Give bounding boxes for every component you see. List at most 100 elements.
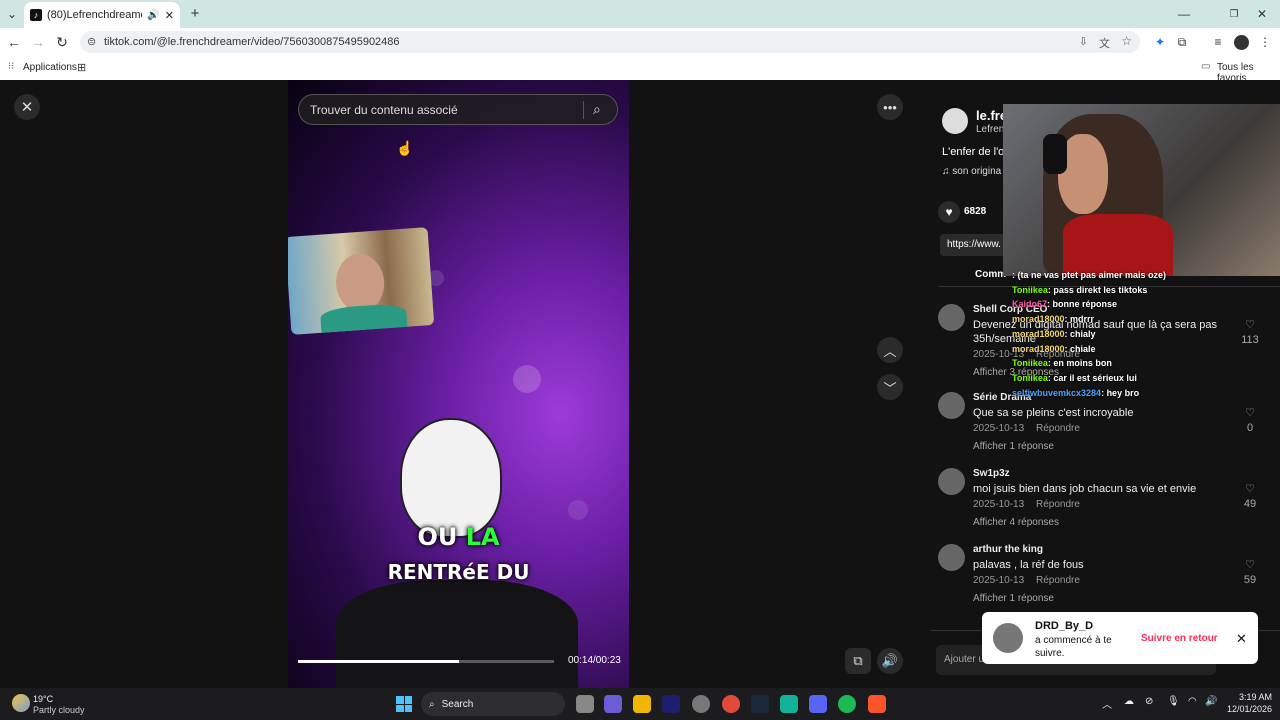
chrome-icon[interactable] (722, 695, 740, 713)
comment-avatar[interactable] (938, 468, 965, 495)
heart-icon[interactable]: ♥ (938, 201, 960, 223)
chat-text: chiale (1070, 343, 1096, 354)
apps-bookmark[interactable]: Applications (23, 62, 77, 73)
creator-avatar[interactable] (942, 108, 968, 134)
gemini-icon[interactable]: ✦ (1152, 34, 1168, 50)
comment-heart-icon[interactable]: ♡ (1238, 482, 1262, 495)
search-icon[interactable]: ⌕ (593, 101, 601, 118)
video-time: 00:14/00:23 (568, 655, 621, 666)
windows-taskbar: 19°C Partly cloudy ⌕ Search ︿ ☁ ⊘ 🎙 ◠ 🔊 … (0, 688, 1280, 720)
comment-heart-icon[interactable]: ♡ (1238, 406, 1262, 419)
close-video-icon[interactable]: ✕ (14, 94, 40, 120)
next-video-icon[interactable]: ﹀ (877, 374, 903, 400)
show-replies-button[interactable]: Afficher 1 réponse (973, 593, 1054, 604)
apps-grid-icon[interactable]: ⁝⁝ (8, 61, 14, 72)
chat-username: Toniikea (1012, 372, 1048, 383)
floating-player-icon[interactable]: ⧉ (845, 648, 871, 674)
file-explorer-icon[interactable] (633, 695, 651, 713)
weather-icon[interactable] (12, 694, 30, 712)
speaker-icon[interactable]: 🔊 (147, 10, 159, 21)
install-icon[interactable]: ⇩ (1079, 35, 1088, 48)
task-view-icon[interactable] (576, 695, 594, 713)
video-player[interactable] (288, 80, 629, 688)
menu-kebab-icon[interactable]: ⋮ (1258, 34, 1272, 50)
search-icon: ⌕ (429, 698, 435, 710)
video-caption-line2: RENTRéE DU (387, 560, 530, 584)
clock-date[interactable]: 12/01/2026 (1220, 704, 1272, 714)
like-count: 6828 (964, 206, 987, 217)
back-icon[interactable]: ← (6, 34, 22, 50)
restore-icon[interactable]: ❐ (1226, 6, 1242, 22)
obs-icon[interactable] (692, 695, 710, 713)
media-icon[interactable]: ≡ (1210, 34, 1226, 50)
site-info-icon[interactable]: ⊜ (87, 35, 96, 48)
clock-time[interactable]: 3:19 AM (1226, 692, 1272, 702)
reply-button[interactable]: Répondre (1036, 575, 1080, 586)
webcam-overlay (1003, 104, 1280, 276)
post-description: L'enfer de l'o (942, 146, 1005, 158)
spotify-icon[interactable] (838, 695, 856, 713)
windows-start-icon[interactable] (396, 696, 412, 712)
forward-icon[interactable]: → (30, 34, 46, 50)
new-tab-icon[interactable]: + (188, 5, 202, 22)
more-options-icon[interactable]: ••• (877, 94, 903, 120)
comment-avatar[interactable] (938, 544, 965, 571)
comment-text: Que sa se pleins c'est incroyable (973, 407, 1134, 419)
widgets-icon[interactable] (604, 695, 622, 713)
tray-overflow-icon[interactable]: ︿ (1102, 696, 1112, 711)
tab-comments[interactable]: Comm (975, 269, 1006, 280)
notifications-muted-icon[interactable]: ⊘ (1145, 696, 1153, 707)
reload-icon[interactable]: ↻ (54, 34, 70, 50)
comment-heart-icon[interactable]: ♡ (1238, 558, 1262, 571)
sound-row[interactable]: ♫ son origina (942, 166, 1001, 177)
close-window-icon[interactable]: ✕ (1254, 6, 1270, 22)
brave-icon[interactable] (868, 695, 886, 713)
address-bar[interactable]: ⊜ tiktok.com/@le.frenchdreamer/video/756… (80, 31, 1140, 53)
close-toast-icon[interactable]: ✕ (1236, 631, 1247, 647)
follower-username[interactable]: DRD_By_D (1035, 620, 1093, 632)
comment-avatar[interactable] (938, 304, 965, 331)
comment-author[interactable]: Sw1p3z (973, 468, 1010, 479)
follow-notification-toast: DRD_By_D a commencé à te suivre. Suivre … (982, 612, 1258, 664)
volume-icon[interactable]: 🔊 (877, 648, 903, 674)
chat-username: selfjwbuvemkcx3284 (1012, 387, 1102, 398)
show-replies-button[interactable]: Afficher 1 réponse (973, 441, 1054, 452)
chat-text: mdrrr (1070, 314, 1095, 325)
tab-strip: ⌄ ♪ (80)Lefrenchdreamer (@le.f 🔊 ✕ + — ❐… (0, 0, 1280, 28)
discord-icon[interactable] (809, 695, 827, 713)
extensions-icon[interactable]: ⧉ (1174, 34, 1190, 50)
reply-button[interactable]: Répondre (1036, 499, 1080, 510)
tab-search-chevron-icon[interactable]: ⌄ (4, 6, 20, 22)
follow-back-button[interactable]: Suivre en retour (1141, 633, 1218, 644)
progress-track[interactable] (298, 660, 554, 663)
url-text: tiktok.com/@le.frenchdreamer/video/75603… (104, 36, 400, 48)
music-note-icon: ♫ (942, 166, 953, 177)
microphone-icon[interactable]: 🎙 (1167, 696, 1180, 707)
speaker-icon[interactable]: 🔊 (1205, 696, 1217, 707)
app-icon[interactable] (780, 695, 798, 713)
video-caption-line1: OU LA (288, 523, 629, 551)
translate-icon[interactable]: 文 (1099, 35, 1110, 51)
premiere-icon[interactable] (662, 695, 680, 713)
onedrive-icon[interactable]: ☁ (1124, 696, 1134, 707)
chat-message: Toniikea: pass direkt les tiktoks (1012, 285, 1147, 295)
bookmark-star-icon[interactable]: ☆ (1121, 34, 1132, 48)
follower-avatar[interactable] (993, 623, 1023, 653)
chat-text: (ta ne vas ptet pas aimer mais oze) (1017, 270, 1167, 280)
reply-button[interactable]: Répondre (1036, 423, 1080, 434)
related-search-input[interactable]: Trouver du contenu associé ⌕ (298, 94, 618, 125)
taskbar-search[interactable]: ⌕ Search (421, 692, 565, 716)
close-tab-icon[interactable]: ✕ (165, 9, 174, 22)
browser-tab[interactable]: ♪ (80)Lefrenchdreamer (@le.f 🔊 ✕ (24, 2, 180, 28)
comment-avatar[interactable] (938, 392, 965, 419)
chat-message: Toniikea: en moins bon (1012, 358, 1112, 368)
tab-groups-icon[interactable]: ⊞ (77, 61, 86, 74)
wifi-icon[interactable]: ◠ (1188, 696, 1197, 707)
profile-avatar[interactable] (1234, 35, 1249, 50)
caption-word-highlight: LA (465, 523, 500, 551)
previous-video-icon[interactable]: ︿ (877, 337, 903, 363)
comment-author[interactable]: arthur the king (973, 544, 1043, 555)
show-replies-button[interactable]: Afficher 4 réponses (973, 517, 1059, 528)
steam-icon[interactable] (751, 695, 769, 713)
minimize-icon[interactable]: — (1176, 6, 1192, 22)
